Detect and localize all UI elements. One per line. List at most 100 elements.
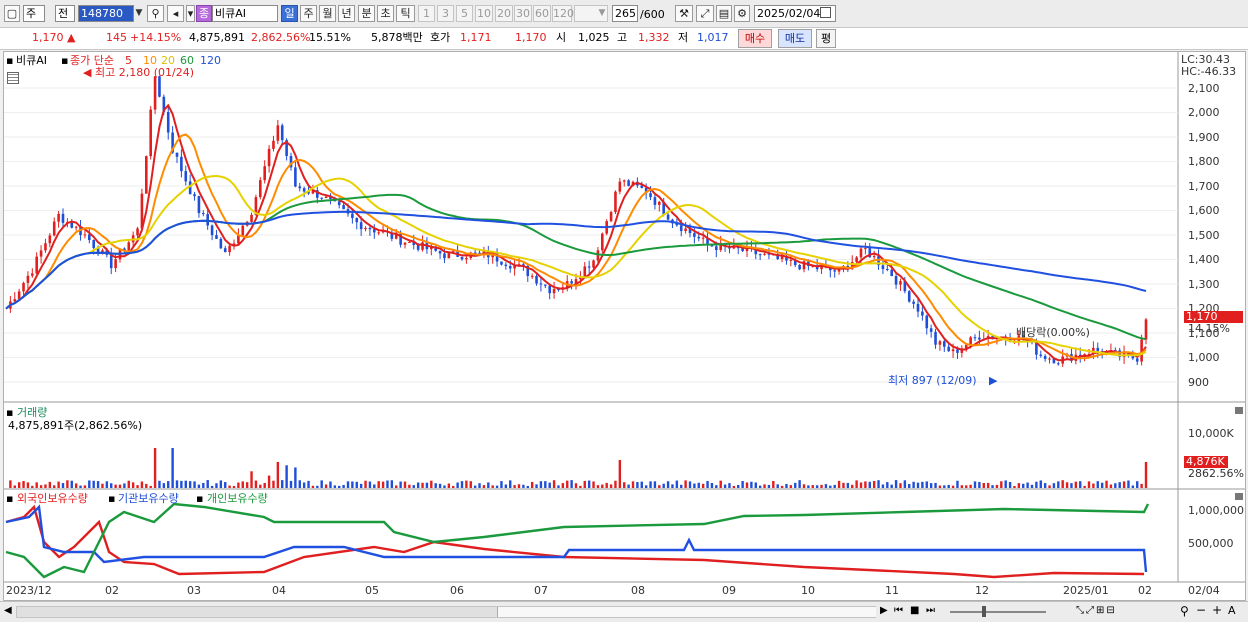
buy-button[interactable]: 매수 <box>738 29 772 48</box>
candle-body <box>1039 354 1043 356</box>
period-second[interactable]: 초 <box>377 5 394 22</box>
volume-bar <box>438 483 442 488</box>
interval-5[interactable]: 5 <box>456 5 473 22</box>
save-icon[interactable]: ▤ <box>716 5 732 22</box>
period-minute[interactable]: 분 <box>358 5 375 22</box>
volume-bar <box>644 485 648 488</box>
scroll-right-icon[interactable]: ▶ <box>880 605 888 616</box>
institution-holding-line <box>5 504 1148 573</box>
panel-close-icon[interactable] <box>1235 407 1243 414</box>
volume-bar <box>149 485 152 488</box>
volume-bar <box>311 485 315 488</box>
stock-code-input[interactable]: 148780 <box>78 5 134 22</box>
zoom-slider[interactable] <box>950 611 1046 613</box>
window-icon[interactable]: ▢ <box>4 5 20 22</box>
interval-120[interactable]: 120 <box>552 5 574 22</box>
x-tick: 2025/01 <box>1063 584 1109 597</box>
candle-body <box>1057 363 1060 365</box>
volume-bar <box>671 484 674 488</box>
interval-60[interactable]: 60 <box>533 5 551 22</box>
search-icon[interactable]: ⚲ <box>147 5 164 22</box>
drawing-tools-icon[interactable]: ⤡⤢⊞⊟ <box>1076 605 1117 616</box>
volume-bar <box>636 482 639 488</box>
period-year[interactable]: 년 <box>338 5 355 22</box>
speaker-icon[interactable]: ◂ <box>167 5 184 22</box>
chart-type-select[interactable]: 주 <box>23 5 45 22</box>
period-month[interactable]: 월 <box>319 5 336 22</box>
zoom-slider-handle[interactable] <box>982 606 986 617</box>
volume-bar <box>1013 485 1016 488</box>
volume-bar <box>666 481 670 488</box>
chevron-down-icon[interactable]: ▾ <box>186 5 195 22</box>
volume-bar <box>982 483 985 488</box>
panel-menu-icon[interactable]: ▪ <box>6 492 13 505</box>
volume-bar <box>180 480 183 488</box>
calendar-icon[interactable] <box>820 7 831 18</box>
gear-icon[interactable]: ⚙ <box>734 5 750 22</box>
average-button[interactable]: 평 <box>816 29 836 48</box>
candle-body <box>859 248 863 258</box>
volume-bar <box>79 485 82 488</box>
period-week[interactable]: 주 <box>300 5 317 22</box>
candle-body <box>544 284 547 286</box>
stop-icon[interactable]: ■ <box>910 605 919 616</box>
chart-area[interactable]: ▪ 비큐AI ▪ 종가 단순 5 10 20 60 120 ◀ 최고 2,180… <box>3 51 1246 601</box>
chart-tools-icon[interactable]: ⚒ <box>675 5 693 22</box>
chevron-down-icon[interactable]: ▼ <box>596 6 608 21</box>
rewind-icon[interactable]: ⏮ <box>894 605 903 616</box>
candle-body <box>872 256 876 258</box>
period-day[interactable]: 일 <box>281 5 298 22</box>
volume-bar <box>601 484 604 488</box>
volume-bar <box>276 462 280 488</box>
panel-menu-icon[interactable]: ▪ <box>6 54 13 67</box>
volume-bar <box>9 480 12 488</box>
ma-settings-icon[interactable]: ▪ <box>61 54 68 67</box>
open-price: 1,025 <box>578 31 610 44</box>
scroll-thumb[interactable] <box>497 607 876 617</box>
volume-bar <box>890 484 893 488</box>
scroll-track[interactable] <box>16 606 876 618</box>
candle-body <box>649 193 652 198</box>
panel-menu-icon[interactable]: ▪ <box>6 406 13 419</box>
table-icon[interactable] <box>7 72 19 84</box>
search-icon[interactable]: ⚲ <box>1180 604 1189 618</box>
interval-10[interactable]: 10 <box>475 5 493 22</box>
interval-3[interactable]: 3 <box>437 5 454 22</box>
drawing-icon[interactable]: ⤢ <box>696 5 714 22</box>
turnover-rate: 15.51% <box>309 31 351 44</box>
stock-name-field[interactable]: 비큐AI <box>212 5 278 22</box>
candle-body <box>408 241 411 243</box>
font-size-icon[interactable]: A <box>1228 604 1236 617</box>
candle-body <box>684 228 687 232</box>
interval-1[interactable]: 1 <box>418 5 435 22</box>
volume-bar <box>706 481 709 488</box>
price-change-pct: +14.15% <box>130 31 182 44</box>
market-range-select[interactable]: 전 <box>55 5 75 22</box>
sell-button[interactable]: 매도 <box>778 29 812 48</box>
fast-forward-icon[interactable]: ⏭ <box>926 605 935 616</box>
candle-body <box>460 256 464 260</box>
zoom-out-icon[interactable]: − <box>1196 603 1206 617</box>
volume-bar <box>1070 483 1073 488</box>
scroll-left-icon[interactable]: ◀ <box>4 605 12 616</box>
interval-20[interactable]: 20 <box>495 5 513 22</box>
volume-bar <box>978 482 981 488</box>
period-tick[interactable]: 틱 <box>396 5 415 22</box>
bar-count-input[interactable]: 265 <box>612 5 638 22</box>
chart-scrollbar[interactable]: ◀ ▶ ⏮ ■ ⏭ ⤡⤢⊞⊟ ⚲ − + A <box>0 601 1248 622</box>
candle-body <box>342 205 345 210</box>
volume-bar <box>802 484 806 488</box>
volume-bar <box>228 485 231 488</box>
volume-bar <box>1022 483 1025 488</box>
volume-bar <box>754 482 757 488</box>
zoom-in-icon[interactable]: + <box>1212 603 1222 617</box>
panel-close-icon[interactable] <box>1235 493 1243 500</box>
interval-30[interactable]: 30 <box>514 5 532 22</box>
volume-bar <box>1083 485 1086 488</box>
candle-body <box>912 301 915 304</box>
chevron-down-icon[interactable]: ▼ <box>133 6 145 21</box>
panel-menu-icon[interactable]: ▪ <box>108 492 115 505</box>
panel-menu-icon[interactable]: ▪ <box>196 492 203 505</box>
candle-body <box>894 276 898 285</box>
volume-bar <box>377 481 380 488</box>
